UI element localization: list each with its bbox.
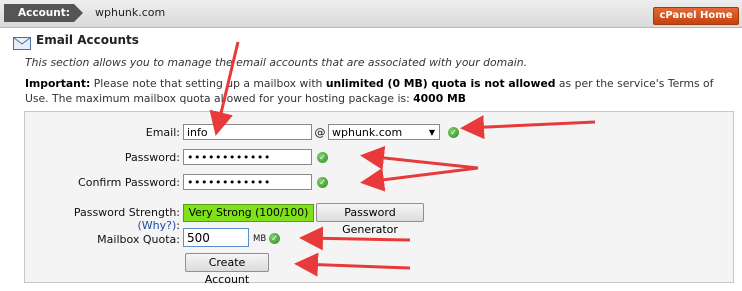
- arrow-to-confirm-check: [360, 166, 479, 192]
- arrow-to-domain-check: [460, 115, 596, 140]
- arrow-to-password-check: [360, 145, 479, 170]
- arrow-to-quota-check: [299, 226, 411, 251]
- annotation-arrows: [209, 41, 596, 277]
- arrow-to-create-button: [294, 252, 411, 277]
- arrow-to-email-input: [209, 41, 240, 136]
